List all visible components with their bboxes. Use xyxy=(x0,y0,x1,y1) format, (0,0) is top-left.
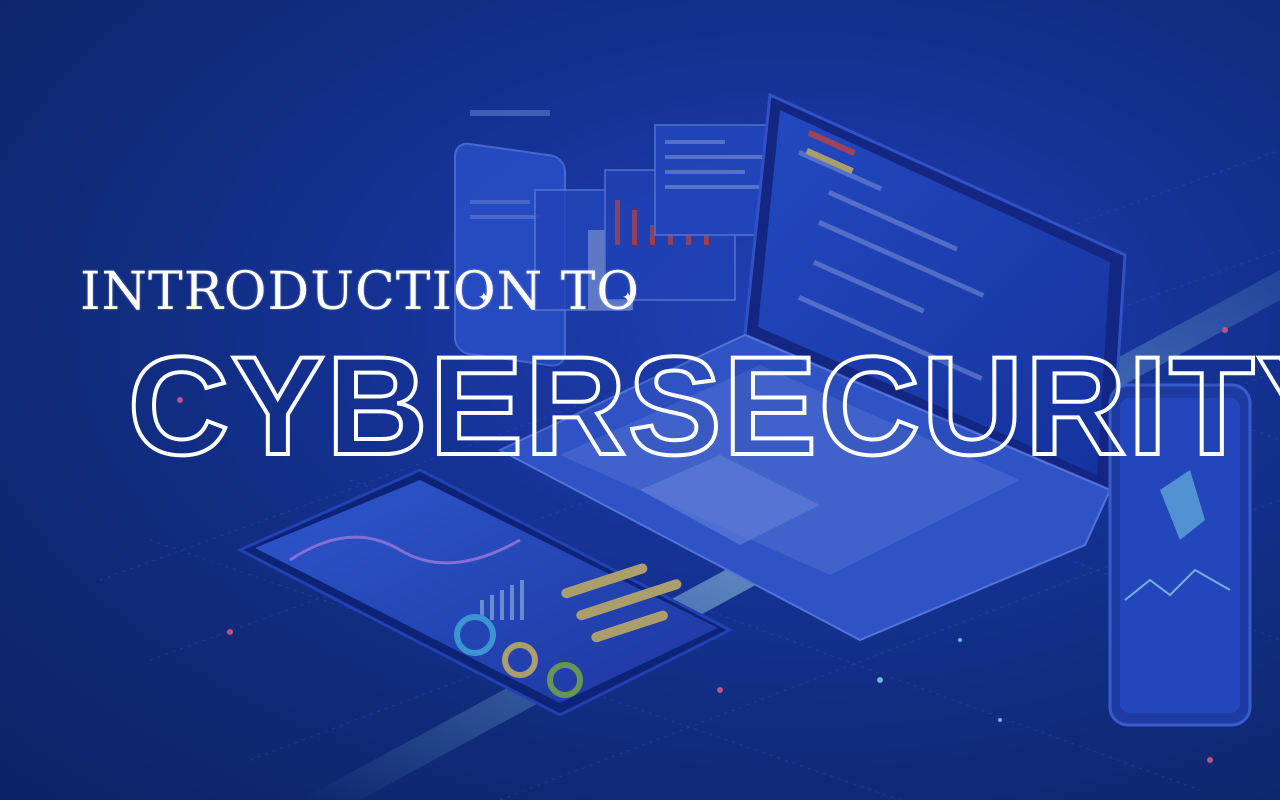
title-line-2: CYBERSECURITY xyxy=(126,327,1280,484)
title-line-1: INTRODUCTION TO xyxy=(80,262,641,322)
sparkle-icon: ✦ xyxy=(478,290,490,306)
sparkle-icon: ✦ xyxy=(622,290,634,306)
